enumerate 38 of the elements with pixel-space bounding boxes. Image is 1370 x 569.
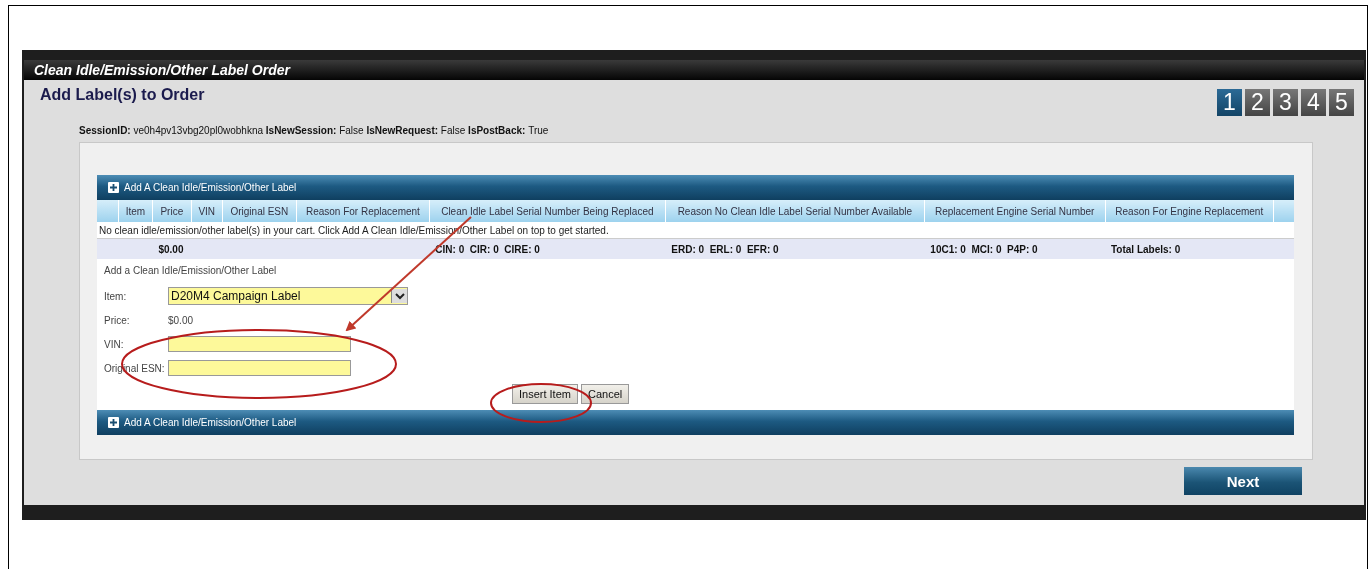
- summary-value: ERD: 0 ERL: 0 EFR: 0: [671, 243, 779, 255]
- column-header[interactable]: Reason For Engine Replacement: [1105, 200, 1274, 222]
- next-button[interactable]: Next: [1184, 467, 1302, 495]
- step-indicator[interactable]: 5: [1329, 89, 1354, 116]
- summary-value: Total Labels: 0: [1111, 243, 1181, 255]
- form-button[interactable]: Insert Item: [512, 384, 578, 404]
- window-title: Clean Idle/Emission/Other Label Order: [24, 60, 1364, 80]
- field-label: Item:: [104, 290, 128, 302]
- step-indicator[interactable]: 4: [1301, 89, 1326, 116]
- session-info: SessionID: ve0h4pv13vbg20pl0wobhkna IsNewSession: False IsNewRequest: False IsPostBack: True: [79, 125, 550, 136]
- form-heading: Add a Clean Idle/Emission/Other Label: [104, 265, 278, 276]
- form-button[interactable]: Cancel: [580, 384, 630, 404]
- column-header[interactable]: VIN: [191, 200, 223, 222]
- add-label-bar[interactable]: Add A Clean Idle/Emission/Other Label: [97, 175, 1294, 200]
- column-header[interactable]: Item: [118, 200, 153, 222]
- step-indicator[interactable]: 1: [1217, 89, 1242, 116]
- column-header[interactable]: Price: [152, 200, 192, 222]
- add-label-bar[interactable]: Add A Clean Idle/Emission/Other Label: [97, 410, 1294, 435]
- step-indicator[interactable]: 2: [1245, 89, 1270, 116]
- summary-value: CIN: 0 CIR: 0 CIRE: 0: [435, 243, 540, 255]
- column-header[interactable]: Clean Idle Label Serial Number Being Replaced: [429, 200, 666, 222]
- input-field[interactable]: [168, 360, 351, 376]
- summary-value: 10C1: 0 MCI: 0 P4P: 0: [930, 243, 1038, 255]
- price-value: $0.00: [168, 314, 194, 326]
- field-label: Price:: [104, 314, 131, 326]
- step-indicator[interactable]: 3: [1273, 89, 1298, 116]
- field-label: VIN:: [104, 338, 125, 350]
- page-title: Add Label(s) to Order: [40, 86, 205, 104]
- caret-icon: [391, 289, 407, 303]
- column-header[interactable]: Replacement Engine Serial Number: [924, 200, 1105, 222]
- summary-value: $0.00: [158, 243, 184, 255]
- column-header[interactable]: Original ESN: [222, 200, 297, 222]
- item-dropdown[interactable]: D20M4 Campaign Label: [168, 287, 408, 305]
- input-field[interactable]: [168, 336, 351, 352]
- column-header[interactable]: Reason For Replacement: [296, 200, 430, 222]
- column-header[interactable]: Reason No Clean Idle Label Serial Number Available: [665, 200, 925, 222]
- plus-icon: [108, 417, 119, 428]
- plus-icon: [108, 182, 119, 193]
